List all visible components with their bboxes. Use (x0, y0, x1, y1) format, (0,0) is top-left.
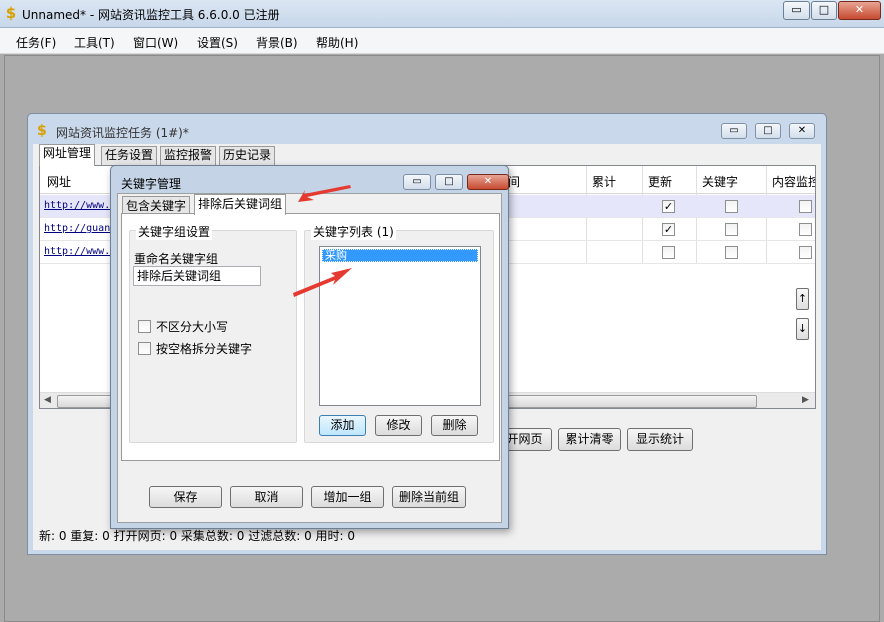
keyword-checkbox[interactable] (725, 246, 738, 259)
split-space-checkbox[interactable] (138, 342, 151, 355)
show-stats-button[interactable]: 显示统计 (627, 428, 693, 451)
menu-tools[interactable]: 工具(T) (74, 34, 115, 51)
col-keyword[interactable]: 关键字 (702, 173, 738, 190)
dialog-maximize-button[interactable]: □ (435, 174, 463, 190)
delete-group-button[interactable]: 删除当前组 (392, 486, 466, 508)
main-titlebar: $ Unnamed* - 网站资讯监控工具 6.6.0.0 已注册 ▭ □ ✕ (0, 0, 884, 28)
add-group-button[interactable]: 增加一组 (311, 486, 384, 508)
task-window-title: 网站资讯监控任务 (1#)* (56, 126, 189, 140)
menu-task[interactable]: 任务(F) (16, 34, 56, 51)
save-button[interactable]: 保存 (149, 486, 222, 508)
menu-help[interactable]: 帮助(H) (316, 34, 358, 51)
col-update[interactable]: 更新 (648, 173, 672, 190)
task-maximize-button[interactable]: □ (755, 123, 781, 139)
col-url[interactable]: 网址 (47, 173, 71, 190)
window-title: Unnamed* - 网站资讯监控工具 6.6.0.0 已注册 (22, 8, 280, 22)
task-minimize-button[interactable]: ▭ (721, 123, 747, 139)
update-checkbox[interactable]: ✓ (662, 200, 675, 213)
case-insensitive-label: 不区分大小写 (156, 320, 229, 334)
keyword-checkbox[interactable] (725, 223, 738, 236)
scroll-left-icon[interactable]: ◀ (44, 395, 51, 405)
keyword-list-box: 关键字列表 (1) 采购 添加 修改 删除 (304, 223, 494, 443)
edit-keyword-button[interactable]: 修改 (375, 415, 422, 436)
clear-count-button[interactable]: 累计清零 (558, 428, 621, 451)
minimize-button[interactable]: ▭ (783, 1, 810, 20)
status-text: 新: 0 重复: 0 打开网页: 0 采集总数: 0 过滤总数: 0 用时: 0 (39, 529, 356, 543)
task-close-button[interactable]: ✕ (789, 123, 815, 139)
maximize-button[interactable]: □ (811, 1, 837, 20)
col-time[interactable]: 间 (508, 173, 520, 190)
list-item[interactable]: 采购 (322, 249, 478, 262)
content-checkbox[interactable] (799, 223, 812, 236)
content-checkbox[interactable] (799, 200, 812, 213)
keyword-list-label: 关键字列表 (1) (311, 223, 396, 240)
dialog-title: 关键字管理 (121, 177, 182, 191)
update-checkbox[interactable] (662, 246, 675, 259)
scroll-right-icon[interactable]: ▶ (802, 395, 809, 405)
rename-label: 重命名关键字组 (134, 252, 219, 266)
task-dollar-icon: $ (37, 123, 47, 139)
keyword-checkbox[interactable] (725, 200, 738, 213)
case-insensitive-checkbox[interactable] (138, 320, 151, 333)
move-up-button[interactable]: ↑ (796, 288, 809, 310)
add-keyword-button[interactable]: 添加 (319, 415, 366, 436)
tab-task-settings[interactable]: 任务设置 (101, 146, 158, 165)
keyword-dialog: 关键字管理 ▭ □ ✕ 包含关键字 排除后关键词组 关键字组设置 重命名关键字组… (110, 165, 509, 529)
tab-history[interactable]: 历史记录 (219, 146, 276, 165)
close-button[interactable]: ✕ (838, 1, 881, 20)
tab-url-manage[interactable]: 网址管理 (39, 144, 96, 166)
dialog-minimize-button[interactable]: ▭ (403, 174, 431, 190)
keyword-listbox[interactable]: 采购 (319, 246, 481, 406)
update-checkbox[interactable]: ✓ (662, 223, 675, 236)
app-dollar-icon: $ (5, 4, 17, 22)
delete-keyword-button[interactable]: 删除 (431, 415, 478, 436)
col-content[interactable]: 内容监控 (772, 173, 815, 190)
content-checkbox[interactable] (799, 246, 812, 259)
menu-settings[interactable]: 设置(S) (197, 34, 238, 51)
col-total[interactable]: 累计 (592, 173, 616, 190)
dialog-close-button[interactable]: ✕ (467, 174, 509, 190)
menu-window[interactable]: 窗口(W) (133, 34, 178, 51)
tab-exclude-group[interactable]: 排除后关键词组 (194, 194, 287, 215)
url-link[interactable]: http://www. (44, 246, 110, 257)
tab-monitor-alarm[interactable]: 监控报警 (160, 146, 217, 165)
cancel-button[interactable]: 取消 (230, 486, 303, 508)
group-settings-label: 关键字组设置 (136, 223, 213, 240)
dialog-body: 包含关键字 排除后关键词组 关键字组设置 重命名关键字组 排除后关键词组 不区分… (117, 193, 502, 523)
move-down-button[interactable]: ↓ (796, 318, 809, 340)
dialog-tab-panel: 关键字组设置 重命名关键字组 排除后关键词组 不区分大小写 按空格拆分关键字 关… (121, 213, 500, 461)
url-link[interactable]: http://guan (44, 223, 110, 234)
menu-background[interactable]: 背景(B) (256, 34, 298, 51)
url-link[interactable]: http://www. (44, 200, 110, 211)
menu-bar: 任务(F) 工具(T) 窗口(W) 设置(S) 背景(B) 帮助(H) (0, 28, 884, 54)
split-space-label: 按空格拆分关键字 (156, 342, 253, 356)
group-name-input[interactable]: 排除后关键词组 (133, 266, 261, 286)
group-settings-box: 关键字组设置 重命名关键字组 排除后关键词组 不区分大小写 按空格拆分关键字 (129, 223, 297, 443)
